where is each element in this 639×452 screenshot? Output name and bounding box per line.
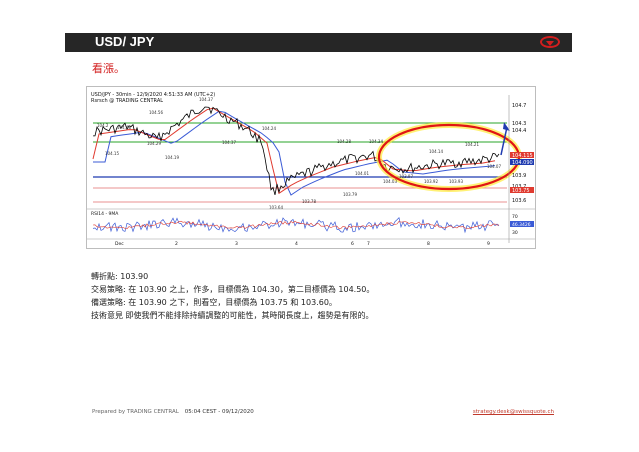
peak-label: 103.78 <box>302 199 316 204</box>
peak-label: 104.19 <box>165 155 179 160</box>
rsi-axis-label: 46.3426 <box>512 222 531 228</box>
price-label: 103.9 <box>512 173 526 179</box>
price-label: 103.6 <box>512 198 526 204</box>
date-axis-labels: Dec 2 3 4 6 7 8 9 <box>115 241 490 247</box>
date-label: 6 <box>351 241 354 247</box>
prepared-by: Prepared by TRADING CENTRAL <box>92 409 179 415</box>
date-label: 2 <box>175 241 178 247</box>
rsi-axis-label: 30 <box>512 230 518 236</box>
rsi-axis-label: 70 <box>512 214 518 220</box>
peak-label: 104.37 <box>222 140 236 145</box>
alternative-text: 備選策略: 在 103.90 之下，則看空，目標價為 103.75 和 103.… <box>91 298 337 307</box>
collapse-toggle-icon[interactable] <box>540 36 560 48</box>
peak-label: 104.21 <box>465 142 479 147</box>
strategy-text: 交易策略: 在 103.90 之上，作多，目標價為 104.30，第二目標價為 … <box>91 285 375 294</box>
chart-svg: USD/JPY - 30min - 12/9/2020 4:51:33 AM (… <box>87 92 535 247</box>
price-label: 104.7 <box>512 103 526 109</box>
footer-email-link[interactable]: strategy.desk@swissquote.ch <box>473 409 554 415</box>
peak-label: 104.48 <box>117 125 131 130</box>
peak-label: 103.92 <box>424 179 438 184</box>
price-label: 104.115 <box>512 153 533 159</box>
date-label: 9 <box>487 241 490 247</box>
date-label: 7 <box>367 241 370 247</box>
peak-label: 103.97 <box>399 174 413 179</box>
peak-label: 103.79 <box>343 192 357 197</box>
price-label: 103.75 <box>512 188 530 194</box>
view-text: 看漲。 <box>92 62 125 75</box>
peak-label: 104.14 <box>429 149 443 154</box>
strategy-notes: 轉折點: 103.90 交易策略: 在 103.90 之上，作多，目標價為 10… <box>91 270 374 322</box>
date-label: 8 <box>427 241 430 247</box>
date-label: 3 <box>235 241 238 247</box>
rsi-axis-labels: 70 46.3426 30 <box>510 214 534 236</box>
peak-label: 104.03 <box>383 179 397 184</box>
peak-label: 103.93 <box>449 179 463 184</box>
peak-label: 104.56 <box>149 110 163 115</box>
peak-label: 104.2 <box>97 123 109 128</box>
price-label: 104.3 <box>512 121 526 127</box>
chart-subtitle: Rsrsch @ TRADING CENTRAL <box>91 98 163 104</box>
peak-label: 104.24 <box>262 126 276 131</box>
pair-title: USD/ JPY <box>95 34 155 49</box>
date-label: Dec <box>115 241 124 247</box>
price-axis-labels: 104.7104.4104.3104.115104.090103.9103.71… <box>510 103 534 204</box>
peak-label: 104.37 <box>199 97 213 102</box>
peak-label: 104.15 <box>105 151 119 156</box>
price-label: 104.090 <box>512 160 533 166</box>
footer-timestamp: 05:04 CEST - 09/12/2020 <box>184 409 254 415</box>
pivot-text: 轉折點: 103.90 <box>91 272 149 281</box>
pair-header: USD/ JPY <box>65 33 572 52</box>
rsi-ma-line <box>92 220 500 230</box>
peak-label: 104.29 <box>147 141 161 146</box>
rsi-label: RSI14 - 9MA <box>91 211 119 217</box>
peak-label: 104.01 <box>355 171 369 176</box>
comment-text: 技術意見 即使我們不能排除持續調整的可能性，其時間長度上，趨勢是有限的。 <box>91 311 374 320</box>
price-chart: USD/JPY - 30min - 12/9/2020 4:51:33 AM (… <box>86 86 536 249</box>
price-label: 104.4 <box>512 128 526 134</box>
date-label: 4 <box>295 241 298 247</box>
peak-labels: 104.48 104.56 104.37 104.2 104.15 104.19 104.2… <box>97 97 501 210</box>
peak-label: 104.28 <box>337 139 351 144</box>
peak-label: 104.07 <box>487 164 501 169</box>
peak-label: 104.34 <box>369 139 383 144</box>
footer-left: Prepared by TRADING CENTRAL 05:04 CEST - … <box>92 409 254 415</box>
